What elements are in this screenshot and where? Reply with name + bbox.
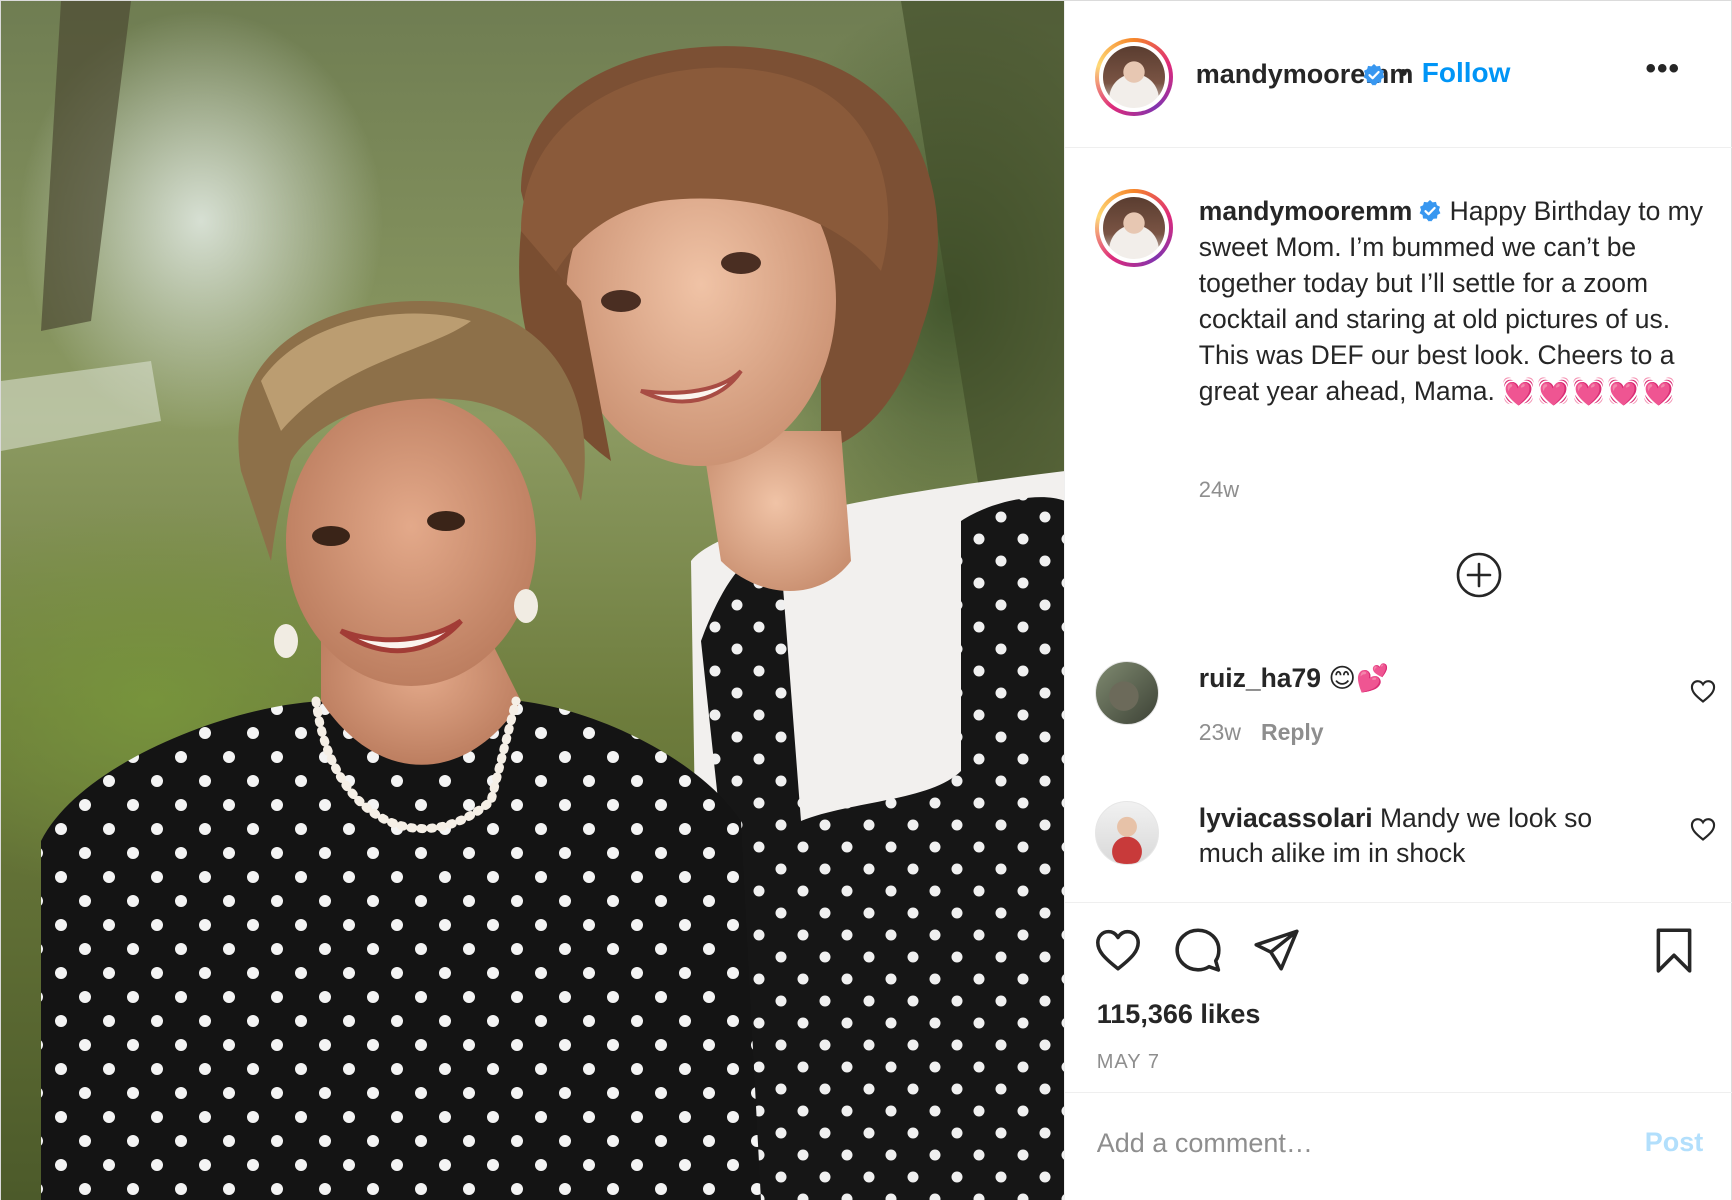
caption: mandymooremm Happy Birthday to my sweet … — [1199, 193, 1709, 409]
verified-badge-icon — [1363, 64, 1385, 86]
caption-timestamp[interactable]: 24w — [1199, 477, 1239, 503]
photo-illustration — [1, 1, 1064, 1200]
comment-like-icon[interactable] — [1689, 677, 1717, 705]
reply-button[interactable]: Reply — [1261, 719, 1324, 745]
caption-emoji: 💓💓💓💓💓 — [1502, 376, 1678, 406]
post-photo[interactable] — [1, 1, 1064, 1200]
post-date[interactable]: MAY 7 — [1097, 1051, 1160, 1074]
comment-username[interactable]: ruiz_ha79 — [1199, 663, 1321, 693]
like-icon[interactable] — [1093, 925, 1143, 975]
follow-button[interactable]: Follow — [1422, 57, 1511, 89]
comment-body: 😊💕 — [1321, 663, 1390, 693]
comment-avatar[interactable] — [1094, 801, 1159, 865]
comment-avatar[interactable] — [1094, 661, 1159, 725]
verified-badge-icon — [1419, 200, 1441, 222]
share-icon[interactable] — [1251, 925, 1301, 975]
comment-timestamp[interactable]: 23w — [1199, 719, 1241, 745]
caption-username[interactable]: mandymooremm — [1199, 196, 1413, 226]
comment-input[interactable] — [1096, 1121, 1597, 1165]
likes-count[interactable]: 115,366 likes — [1097, 999, 1261, 1030]
comments-area[interactable]: mandymooremm Happy Birthday to my sweet … — [1065, 149, 1732, 902]
comment-text: ruiz_ha79 😊💕 — [1199, 661, 1629, 696]
more-options-icon[interactable]: ••• — [1643, 54, 1683, 99]
caption-body: Happy Birthday to my sweet Mom. I’m bumm… — [1198, 196, 1703, 406]
comment-item: lyviacassolari Mandy we look so much ali… — [1065, 799, 1732, 899]
comment-icon[interactable] — [1173, 925, 1223, 975]
post-comment-button[interactable]: Post — [1645, 1127, 1704, 1158]
comment-meta: 23w Reply — [1199, 719, 1324, 746]
instagram-post: mandymooremm • Follow ••• mandymooremm H… — [0, 0, 1732, 1200]
comment-username[interactable]: lyviacassolari — [1199, 803, 1373, 833]
post-sidebar: mandymooremm • Follow ••• mandymooremm H… — [1063, 1, 1732, 1200]
load-more-comments-icon[interactable] — [1455, 551, 1503, 599]
caption-avatar[interactable] — [1094, 189, 1173, 267]
post-header: mandymooremm • Follow ••• — [1064, 1, 1732, 148]
author-avatar[interactable] — [1094, 38, 1173, 116]
comment-like-icon[interactable] — [1689, 815, 1717, 843]
action-bar: 115,366 likes MAY 7 — [1064, 902, 1732, 1092]
comment-item: ruiz_ha79 😊💕 23w Reply — [1065, 659, 1732, 769]
comment-text: lyviacassolari Mandy we look so much ali… — [1199, 801, 1629, 871]
header-separator: • — [1398, 57, 1408, 87]
save-icon[interactable] — [1649, 925, 1699, 975]
add-comment-bar: Post — [1064, 1092, 1732, 1200]
